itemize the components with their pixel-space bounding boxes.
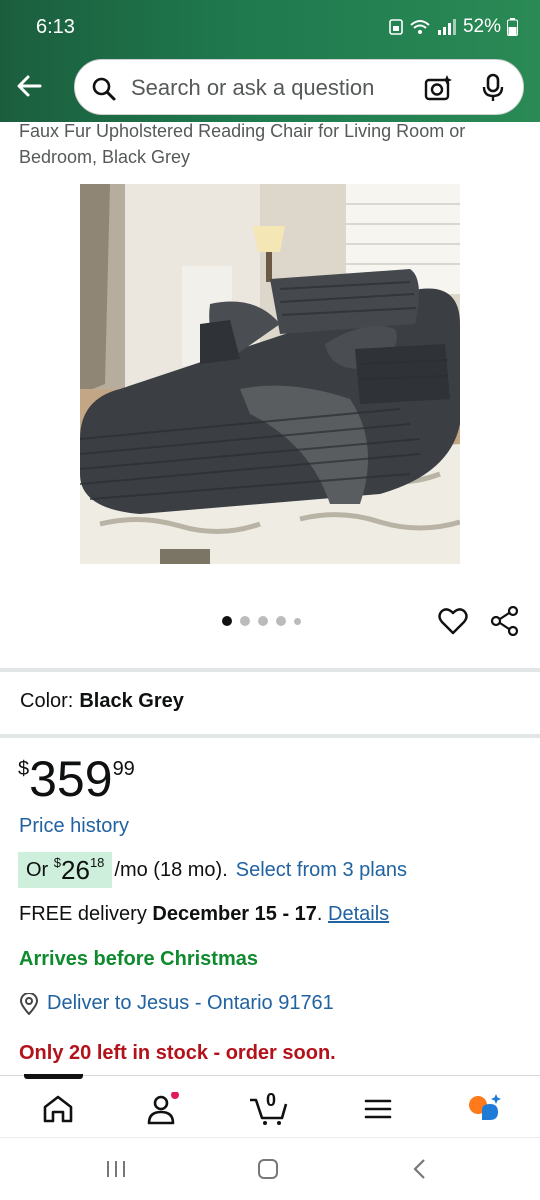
section-divider xyxy=(0,734,540,738)
price-whole: 359 xyxy=(29,751,113,807)
delivery-dates: December 15 - 17 xyxy=(152,903,317,925)
price: $ 359 99 xyxy=(18,752,135,806)
system-back-icon[interactable] xyxy=(408,1158,432,1180)
delivery-info: FREE delivery December 15 - 17. Details xyxy=(19,903,389,926)
monthly-term: /mo (18 mo). xyxy=(114,858,228,881)
home-icon[interactable] xyxy=(38,1092,78,1126)
monthly-currency: $ xyxy=(53,854,62,870)
carousel-dot[interactable] xyxy=(276,616,286,626)
product-title: Faux Fur Upholstered Reading Chair for L… xyxy=(19,121,466,167)
delivery-period: . xyxy=(316,903,323,925)
price-history-link[interactable]: Price history xyxy=(19,815,129,838)
signal-icon xyxy=(437,19,456,35)
carousel-dot[interactable] xyxy=(294,617,301,625)
recent-apps-icon[interactable] xyxy=(104,1158,128,1180)
status-icons: 52% xyxy=(389,16,518,38)
monthly-whole: 26 xyxy=(61,854,90,885)
search-input[interactable]: Search or ask a question xyxy=(131,75,374,101)
microphone-icon[interactable] xyxy=(481,73,505,103)
monthly-or: Or xyxy=(26,858,49,881)
monthly-price-chip: Or $26 18 xyxy=(18,852,113,888)
section-divider xyxy=(0,668,540,672)
stock-warning: Only 20 left in stock - order soon. xyxy=(19,1042,336,1064)
home-button-icon[interactable] xyxy=(256,1158,280,1180)
monthly-payment: Or $26 18 /mo (18 mo). Select from 3 plan… xyxy=(18,852,407,888)
deliver-to-row[interactable]: Deliver to Jesus - Ontario 91761 xyxy=(19,992,334,1015)
heart-icon[interactable] xyxy=(438,606,468,636)
status-time: 6:13 xyxy=(36,16,75,38)
battery-icon xyxy=(507,18,518,36)
arrives-before-christmas: Arrives before Christmas xyxy=(19,948,258,970)
color-value: Black Grey xyxy=(79,690,184,712)
image-carousel-dots xyxy=(222,616,301,626)
system-nav-bar xyxy=(0,1137,540,1200)
account-icon[interactable] xyxy=(142,1092,182,1126)
menu-icon[interactable] xyxy=(358,1092,398,1126)
battery-percent: 52% xyxy=(462,16,501,37)
search-bar[interactable]: Search or ask a question xyxy=(74,59,524,115)
delivery-prefix: FREE delivery xyxy=(19,903,147,925)
app-screen: 6:13 52% Search or ask a question Faux F… xyxy=(0,0,540,1200)
camera-lens-icon[interactable] xyxy=(423,73,453,103)
location-pin-icon xyxy=(19,992,39,1015)
carousel-dot[interactable] xyxy=(240,616,250,626)
carousel-dot[interactable] xyxy=(258,616,268,626)
monthly-fraction: 18 xyxy=(89,854,105,870)
status-bar: 6:13 52% xyxy=(0,0,540,54)
wifi-icon xyxy=(410,20,430,34)
color-selector[interactable]: Color: Black Grey xyxy=(20,690,184,713)
vpn-lock-icon xyxy=(389,19,403,35)
back-arrow-icon[interactable] xyxy=(12,68,48,104)
color-label: Color: xyxy=(20,690,74,712)
deliver-to-link[interactable]: Deliver to Jesus - Ontario 91761 xyxy=(47,992,334,1015)
cart-count: 0 xyxy=(266,1090,277,1110)
price-currency: $ xyxy=(18,758,30,780)
select-plans-link[interactable]: Select from 3 plans xyxy=(236,859,407,882)
app-header: 6:13 52% Search or ask a question xyxy=(0,0,540,122)
price-fraction: 99 xyxy=(112,758,135,780)
delivery-details-link[interactable]: Details xyxy=(328,903,389,925)
product-image[interactable] xyxy=(80,184,460,564)
share-icon[interactable] xyxy=(490,606,520,636)
search-icon xyxy=(92,77,116,101)
search-row: Search or ask a question xyxy=(0,58,540,118)
active-tab-indicator xyxy=(24,1074,83,1079)
carousel-dot[interactable] xyxy=(222,616,232,626)
bottom-nav-bar: 0 xyxy=(0,1075,540,1137)
cart-button[interactable]: 0 xyxy=(248,1090,292,1126)
rufus-assistant-icon[interactable] xyxy=(466,1092,506,1126)
